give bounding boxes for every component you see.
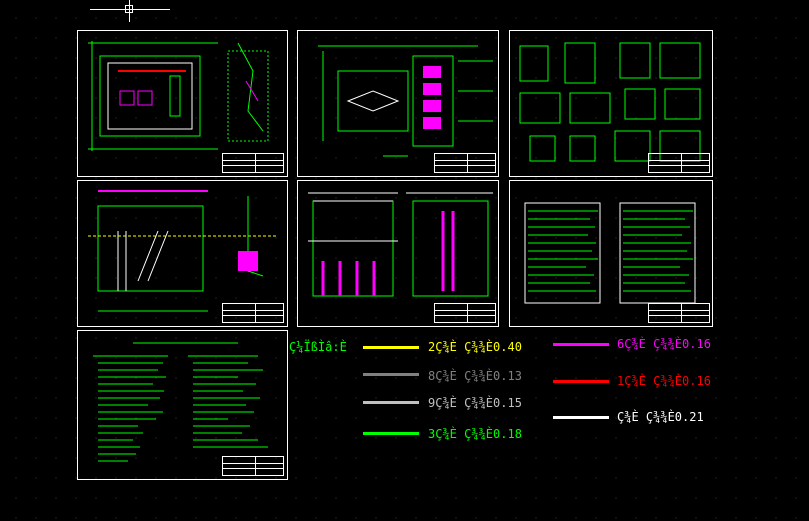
cursor-pickbox (125, 5, 133, 13)
title-block (434, 153, 496, 173)
legend-line-green (363, 432, 419, 435)
legend-title: Ç¼ÏßÌâ:È (289, 340, 347, 354)
legend-label-white: Ç¾­È Ç¾¾È0.21 (617, 410, 704, 424)
title-block (434, 303, 496, 323)
legend-label-red: 1Ç¾­È Ç¾¾È0.16 (617, 374, 711, 388)
drawing-sheet-design-notes[interactable] (77, 330, 288, 480)
title-block (222, 303, 284, 323)
title-block (648, 153, 710, 173)
legend-line-magenta (553, 343, 609, 346)
title-block (222, 456, 284, 476)
drawing-sheet-equipment-plan[interactable] (297, 30, 499, 177)
legend-line-red (553, 380, 609, 383)
drawing-sheet-details[interactable] (509, 30, 713, 177)
drawing-sheet-floor-plan[interactable] (77, 30, 288, 177)
legend-line-white (553, 416, 609, 419)
drawing-sheet-section-b[interactable] (297, 180, 499, 327)
legend-label-green: 3Ç¾­È Ç¾¾È0.18 (428, 427, 522, 441)
legend-line-yellow (363, 346, 419, 349)
legend-label-light-gray: 9Ç¾­È Ç¾¾È0.15 (428, 396, 522, 410)
legend-line-light-gray (363, 401, 419, 404)
title-block (648, 303, 710, 323)
legend-label-yellow: 2Ç¾­È Ç¾¾È0.40 (428, 340, 522, 354)
drawing-sheet-material-tables[interactable] (509, 180, 713, 327)
legend-label-dark-gray: 8Ç¾­È Ç¾¾È0.13 (428, 369, 522, 383)
drawing-sheet-section-a[interactable] (77, 180, 288, 327)
legend-line-dark-gray (363, 373, 419, 376)
legend-label-magenta: 6Ç¾­È Ç¾¾È0.16 (617, 337, 711, 351)
title-block (222, 153, 284, 173)
